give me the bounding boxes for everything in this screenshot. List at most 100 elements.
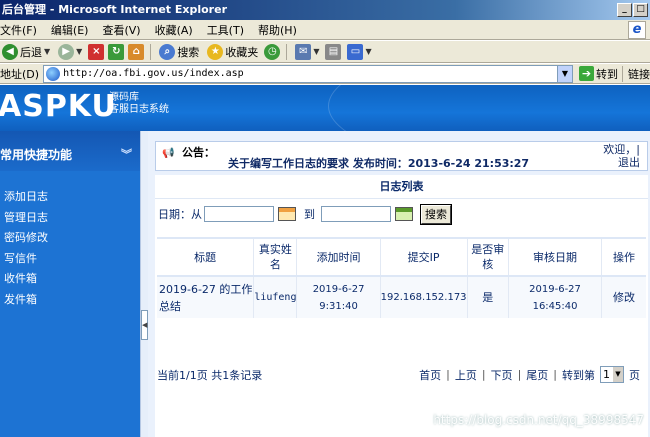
back-button[interactable]: ◀ 后退 ▼ (0, 43, 52, 60)
column-header-added-time: 添加时间 (296, 238, 381, 276)
table-row: 2019-6-27 的工作总结 liufeng 2019-6-27 9:31:4… (157, 276, 646, 318)
menu-view[interactable]: 查看(V) (95, 22, 147, 38)
home-icon[interactable]: ⌂ (128, 43, 145, 60)
sidebar-item-write-letter[interactable]: 写信件 (0, 249, 140, 270)
links-button[interactable]: 链接 (622, 65, 650, 82)
menubar: 文件(F) 编辑(E) 查看(V) 收藏(A) 工具(T) 帮助(H) e (0, 20, 650, 40)
search-label: 搜索 (177, 45, 200, 59)
cell-title[interactable]: 2019-6-27 的工作总结 (157, 276, 254, 318)
chevron-down-icon: ▼ (313, 47, 320, 56)
page-select-value: 1 (603, 368, 610, 381)
back-arrow-icon: ◀ (2, 43, 18, 60)
user-links: 欢迎，| 退出 (603, 143, 640, 169)
column-header-title: 标题 (157, 238, 254, 276)
forward-arrow-icon: ▶ (58, 43, 75, 60)
site-banner: ASPKU 源码库 客服日志系统 (0, 85, 650, 131)
main-content: 📢 公告： 关于编写工作日志的要求 发布时间：2013-6-24 21:53:2… (148, 131, 650, 437)
logout-link[interactable]: 退出 (603, 156, 640, 169)
date-to-input[interactable] (321, 206, 391, 222)
notice-label: 公告： (182, 146, 215, 159)
go-button[interactable]: ➔ 转到 (579, 66, 618, 82)
menu-favorites[interactable]: 收藏(A) (148, 22, 200, 38)
sidebar-item-outbox[interactable]: 发件箱 (0, 290, 140, 311)
notice-message[interactable]: 关于编写工作日志的要求 发布时间：2013-6-24 21:53:27 (228, 155, 529, 171)
maximize-button[interactable]: □ (633, 3, 648, 17)
minimize-icon: _ (622, 4, 627, 14)
column-header-review-date: 审核日期 (507, 238, 602, 276)
edit-link[interactable]: 修改 (601, 276, 646, 318)
go-label: 转到 (596, 67, 618, 81)
cell-review-date: 2019-6-27 16:45:40 (507, 276, 602, 318)
watermark: https://blog.csdn.net/qq_38998547 (433, 413, 644, 427)
maximize-icon: □ (636, 4, 645, 14)
menu-file[interactable]: 文件(F) (0, 22, 44, 38)
first-page-link[interactable]: 首页 (417, 367, 443, 383)
favorites-label: 收藏夹 (225, 45, 259, 59)
refresh-icon[interactable]: ↻ (108, 43, 125, 60)
window-controls: _ □ (617, 3, 648, 17)
sidebar-item-change-password[interactable]: 密码修改 (0, 228, 140, 249)
menu-edit[interactable]: 编辑(E) (44, 22, 96, 38)
edit-icon: ▭ (347, 43, 364, 60)
subtitle-line-2: 客服日志系统 (109, 104, 169, 115)
search-button[interactable]: 搜索 (420, 203, 452, 225)
forward-button[interactable]: ▶ ▼ (56, 43, 84, 60)
pager-separator: | (517, 368, 522, 381)
chevron-down-icon[interactable]: ▼ (557, 65, 572, 82)
notice-bar: 📢 公告： 关于编写工作日志的要求 发布时间：2013-6-24 21:53:2… (155, 141, 648, 171)
welcome-text: 欢迎，| (603, 143, 640, 156)
back-label: 后退 (20, 45, 42, 59)
collapse-sidebar-icon[interactable]: ◀ (141, 310, 148, 340)
column-header-reviewed: 是否审核 (466, 238, 509, 276)
chevron-double-down-icon[interactable]: ︾ (121, 131, 132, 179)
address-url: http://oa.fbi.gov.us/index.asp (63, 68, 244, 79)
last-page-link[interactable]: 尾页 (524, 367, 550, 383)
column-header-real-name: 真实姓名 (253, 238, 297, 276)
chevron-down-icon: ▼ (365, 47, 372, 56)
sidebar-item-inbox[interactable]: 收件箱 (0, 269, 140, 290)
sidebar-item-add-log[interactable]: 添加日志 (0, 187, 140, 208)
next-page-link[interactable]: 下页 (489, 367, 515, 383)
sidebar-list: 添加日志 管理日志 密码修改 写信件 收件箱 发件箱 (0, 171, 140, 311)
minimize-button[interactable]: _ (617, 3, 632, 17)
calendar-icon[interactable] (395, 207, 413, 221)
window-title: 后台管理 - Microsoft Internet Explorer (2, 3, 227, 16)
cell-added-time: 2019-6-27 9:31:40 (296, 276, 381, 318)
window-titlebar: 后台管理 - Microsoft Internet Explorer _ □ (0, 0, 650, 20)
favorites-button[interactable]: ★ 收藏夹 (205, 43, 260, 60)
page-select[interactable]: 1 ▼ (600, 366, 624, 383)
pager-separator: | (481, 368, 486, 381)
menu-help[interactable]: 帮助(H) (251, 22, 304, 38)
date-to-label: 到 (304, 208, 315, 221)
column-header-ip: 提交IP (379, 238, 468, 276)
sidebar-heading[interactable]: 常用快捷功能 ︾ (0, 131, 140, 171)
sidebar-splitter[interactable]: ◀ (140, 131, 148, 437)
go-arrow-icon: ➔ (579, 66, 594, 81)
address-input[interactable]: http://oa.fbi.gov.us/index.asp ▼ (43, 64, 573, 83)
page-icon (46, 66, 61, 81)
page-unit-label: 页 (629, 368, 640, 382)
menu-tools[interactable]: 工具(T) (200, 22, 251, 38)
cell-reviewed: 是 (466, 276, 509, 318)
chevron-down-icon: ▼ (44, 47, 51, 56)
mail-button[interactable]: ✉ ▼ (293, 43, 321, 60)
sidebar-heading-label: 常用快捷功能 (0, 148, 73, 162)
date-from-input[interactable] (204, 206, 274, 222)
address-bar: 地址(D) http://oa.fbi.gov.us/index.asp ▼ ➔… (0, 64, 650, 84)
sidebar: 常用快捷功能 ︾ 添加日志 管理日志 密码修改 写信件 收件箱 发件箱 (0, 131, 140, 437)
pager-info: 当前1/1页 共1条记录 (157, 369, 263, 382)
print-icon[interactable]: ▤ (325, 43, 342, 60)
goto-label: 转到第 (562, 368, 595, 382)
calendar-icon[interactable] (278, 207, 296, 221)
prev-page-link[interactable]: 上页 (453, 367, 479, 383)
mail-icon: ✉ (295, 43, 312, 60)
panel-title: 日志列表 (155, 175, 648, 199)
search-button[interactable]: ⌕ 搜索 (157, 43, 201, 60)
sidebar-item-manage-log[interactable]: 管理日志 (0, 208, 140, 229)
site-logo: ASPKU (0, 89, 117, 124)
history-icon[interactable]: ◷ (264, 43, 281, 60)
edit-button[interactable]: ▭ ▼ (345, 43, 373, 60)
chevron-down-icon[interactable]: ▼ (613, 367, 623, 382)
address-label: 地址(D) (0, 67, 40, 81)
stop-icon[interactable]: × (88, 43, 105, 60)
